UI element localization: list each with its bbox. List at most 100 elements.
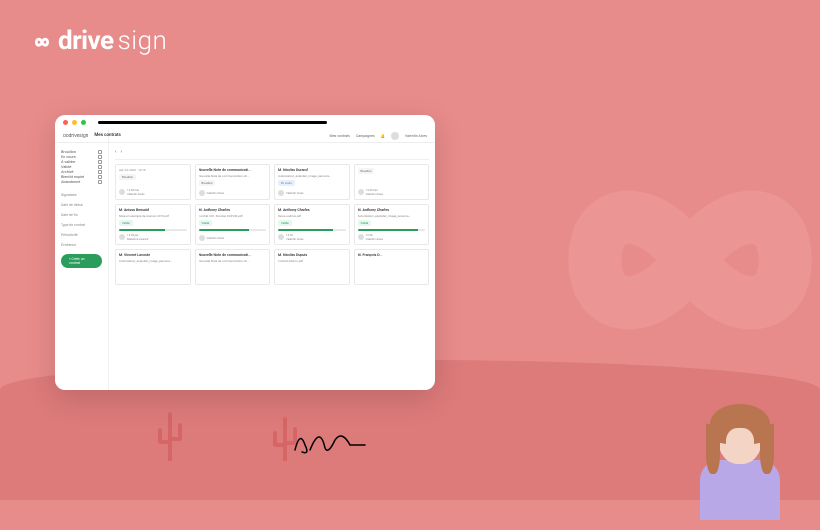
card-author: Valentin Alves bbox=[207, 191, 225, 195]
contract-card[interactable]: M. Anissa Bensaïd Mise en exemple de réun… bbox=[115, 204, 191, 245]
card-footer: 13:45Valentin Alves bbox=[358, 233, 426, 241]
logo-drive-text: drive bbox=[58, 26, 114, 56]
card-subtitle: Nouvelle Note de communication uti... bbox=[199, 259, 267, 263]
logo-sign-text: sign bbox=[118, 26, 168, 56]
card-title: M. Anissa Bensaïd bbox=[119, 208, 187, 212]
user-avatar[interactable] bbox=[391, 132, 399, 140]
status-badge: Validé bbox=[278, 220, 292, 226]
maximize-dot[interactable] bbox=[81, 120, 86, 125]
cactus-decoration bbox=[150, 406, 190, 470]
avatar bbox=[199, 235, 205, 241]
card-author: Maxence Laurent bbox=[127, 237, 148, 241]
app-window: oodrivesign Mes contrats Mes contrats Ca… bbox=[55, 115, 435, 390]
infinity-icon bbox=[30, 34, 54, 50]
card-subtitle: Contrat-interco.pdf bbox=[278, 259, 346, 263]
card-footer: Valentin Alves bbox=[199, 190, 267, 196]
nav-contrats[interactable]: Mes contrats bbox=[330, 134, 350, 138]
filter-row[interactable]: Abandonné bbox=[61, 179, 102, 184]
card-subtitle: Mise en exemple de réunion 2019.pdf bbox=[119, 214, 187, 218]
card-footer: 14:30 hierValentin Alves bbox=[119, 188, 187, 196]
minimize-dot[interactable] bbox=[72, 120, 77, 125]
avatar bbox=[278, 190, 284, 196]
person-illustration bbox=[695, 410, 785, 530]
contract-card[interactable]: M. Anthony CharlesAutorisation_exploiter… bbox=[354, 204, 430, 245]
close-dot[interactable] bbox=[63, 120, 68, 125]
status-badge: Validé bbox=[119, 220, 133, 226]
filter-checkbox[interactable] bbox=[98, 155, 102, 159]
filter-section[interactable]: Échéance bbox=[61, 243, 102, 247]
bell-icon[interactable]: 🔔 bbox=[381, 134, 385, 138]
card-subtitle: Autorisation_exploiter_image_persona... bbox=[358, 214, 426, 218]
card-subtitle: Nouvelle Note de communication uti... bbox=[199, 174, 267, 178]
contract-card[interactable]: M. Nicolas Durand Autorisation_exploiter_… bbox=[274, 164, 350, 200]
card-footer: Valentin Alves bbox=[278, 190, 346, 196]
card-subtitle: Autorisation_exploiter_image_persona... bbox=[119, 259, 187, 263]
create-contract-button[interactable]: « Créer un contrat bbox=[61, 254, 102, 268]
card-title: M. Nicolas Dupuis bbox=[278, 253, 346, 257]
forward-arrow[interactable]: › bbox=[121, 149, 123, 155]
avatar bbox=[278, 234, 284, 240]
contract-card[interactable]: M. Anthony CharlesDevis-oodrive.pdfValid… bbox=[274, 204, 350, 245]
contract-card[interactable]: Nouvelle Note de communicati... Nouvelle … bbox=[195, 164, 271, 200]
contract-card[interactable]: M. Vincent Lacoste Autorisation_exploiter… bbox=[115, 249, 191, 285]
filter-checkbox[interactable] bbox=[98, 165, 102, 169]
card-title: M. Vincent Lacoste bbox=[119, 253, 187, 257]
card-author: Valentin Alves bbox=[127, 192, 145, 196]
avatar bbox=[119, 234, 125, 240]
card-footer: 14:30 hierValentin Alves bbox=[358, 188, 426, 196]
card-title: M. Anthony Charles bbox=[199, 208, 267, 212]
progress-bar bbox=[358, 229, 426, 231]
avatar bbox=[199, 190, 205, 196]
status-badge: Brouillon bbox=[199, 180, 216, 186]
filter-checkbox[interactable] bbox=[98, 160, 102, 164]
card-footer: 13:45 jeuMaxence Laurent bbox=[119, 233, 187, 241]
card-subtitle: Contrat CDI - Nicolas DUPUIS.pdf bbox=[199, 214, 267, 218]
cards-grid: Apr 24, 2023 · 10:15Brouillon14:30 hierV… bbox=[115, 164, 429, 285]
background-infinity-logo bbox=[500, 120, 820, 400]
filter-section[interactable]: Date de début bbox=[61, 203, 102, 207]
contract-card[interactable]: Apr 24, 2023 · 10:15Brouillon14:30 hierV… bbox=[115, 164, 191, 200]
status-badge: Brouillon bbox=[119, 174, 136, 180]
contract-card[interactable]: Nouvelle Note de communicati...Nouvelle … bbox=[195, 249, 271, 285]
status-badge: Validé bbox=[199, 220, 213, 226]
card-title: M. François D... bbox=[358, 253, 426, 257]
filter-checkbox[interactable] bbox=[98, 175, 102, 179]
brand-logo: drive sign bbox=[30, 26, 167, 56]
filter-label: Abandonné bbox=[61, 179, 80, 184]
card-footer: Valentin Alves bbox=[199, 235, 267, 241]
progress-bar bbox=[278, 229, 346, 231]
contract-card[interactable]: M. François D... bbox=[354, 249, 430, 285]
progress-bar bbox=[119, 229, 187, 231]
back-arrow[interactable]: ‹ bbox=[115, 149, 117, 155]
filter-checkbox[interactable] bbox=[98, 150, 102, 154]
filter-section[interactable]: Périodicité bbox=[61, 233, 102, 237]
status-badge: Brouillon bbox=[358, 168, 375, 174]
toolbar: ‹ › bbox=[115, 147, 429, 160]
card-subtitle: Autorisation_exploiter_image_persona... bbox=[278, 174, 346, 178]
card-author: Valentin Alves bbox=[366, 237, 384, 241]
card-title: M. Nicolas Durand bbox=[278, 168, 346, 172]
contract-card[interactable]: Brouillon 14:30 hierValentin Alves bbox=[354, 164, 430, 200]
app-logo: oodrivesign bbox=[63, 133, 88, 139]
card-author: Valentin Alves bbox=[286, 237, 304, 241]
contract-card[interactable]: M. Anthony Charles Contrat CDI - Nicolas … bbox=[195, 204, 271, 245]
card-title: Nouvelle Note de communicati... bbox=[199, 168, 267, 172]
main-content: ‹ › Apr 24, 2023 · 10:15Brouillon14:30 h… bbox=[109, 129, 435, 390]
filter-checkbox[interactable] bbox=[98, 170, 102, 174]
nav-campagnes[interactable]: Campagnes bbox=[356, 134, 375, 138]
filter-section[interactable]: Date de fin bbox=[61, 213, 102, 217]
card-title: M. Anthony Charles bbox=[278, 208, 346, 212]
status-badge: En cours bbox=[278, 180, 295, 186]
sidebar: BrouillonEn coursÀ validerValidéArchivéB… bbox=[55, 129, 109, 390]
avatar bbox=[358, 234, 364, 240]
card-footer: 13:45Valentin Alves bbox=[278, 233, 346, 241]
card-author: Valentin Alves bbox=[207, 236, 225, 240]
contract-card[interactable]: M. Nicolas Dupuis Contrat-interco.pdf bbox=[274, 249, 350, 285]
filter-checkbox[interactable] bbox=[98, 180, 102, 184]
filter-section[interactable]: Type de contrat bbox=[61, 223, 102, 227]
signature-illustration bbox=[290, 420, 370, 460]
window-titlebar bbox=[55, 115, 435, 129]
filter-section[interactable]: Signataire bbox=[61, 193, 102, 197]
app-header: oodrivesign Mes contrats Mes contrats Ca… bbox=[55, 129, 435, 143]
user-name: Valentin Alves bbox=[405, 134, 427, 138]
